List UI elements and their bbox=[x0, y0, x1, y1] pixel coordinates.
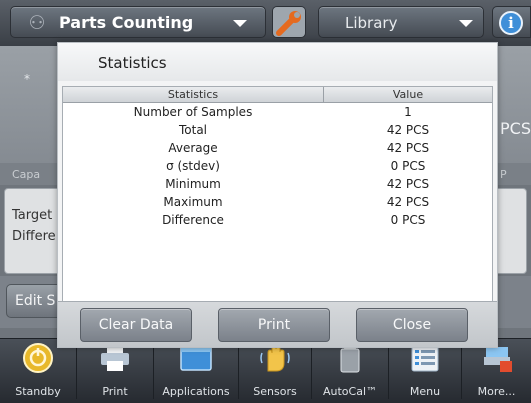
stat-name: Maximum bbox=[163, 195, 223, 209]
stat-name: Average bbox=[168, 141, 218, 155]
table-header: Statistics Value bbox=[63, 87, 492, 103]
stat-value: 0 PCS bbox=[390, 213, 426, 227]
toolbar-print[interactable]: Print bbox=[77, 339, 153, 403]
application-mode-select[interactable]: ⚇ Parts Counting bbox=[10, 6, 266, 38]
top-bar: ⚇ Parts Counting Library i bbox=[0, 0, 531, 46]
parts-counting-icon: ⚇ bbox=[28, 12, 46, 34]
right-caption: P bbox=[500, 168, 507, 181]
standby-icon bbox=[23, 343, 53, 373]
close-button[interactable]: Close bbox=[356, 308, 468, 342]
print-button[interactable]: Print bbox=[218, 308, 330, 342]
table-row: Maximum 42 PCS bbox=[63, 195, 492, 210]
wrench-settings-button[interactable] bbox=[272, 6, 306, 38]
stat-value: 42 PCS bbox=[386, 141, 430, 155]
stat-value: 42 PCS bbox=[386, 177, 430, 191]
table-row: σ (stdev) 0 PCS bbox=[63, 159, 492, 174]
table-row: Difference 0 PCS bbox=[63, 213, 492, 228]
toolbar-label: AutoCal™ bbox=[322, 385, 378, 398]
toolbar-label: Standby bbox=[15, 385, 61, 398]
table-row: Number of Samples 1 bbox=[63, 105, 492, 120]
stability-indicator: * bbox=[24, 72, 30, 86]
capacity-caption: Capa bbox=[12, 168, 41, 181]
dialog-footer: Clear Data Print Close bbox=[58, 301, 497, 347]
stat-name: Minimum bbox=[165, 177, 221, 191]
column-header-value: Value bbox=[392, 88, 424, 101]
toolbar-applications[interactable]: Applications bbox=[154, 339, 238, 403]
clear-data-button[interactable]: Clear Data bbox=[80, 308, 192, 342]
table-row: Average 42 PCS bbox=[63, 141, 492, 156]
stat-name: σ (stdev) bbox=[166, 159, 220, 173]
toolbar-label: Print bbox=[102, 385, 128, 398]
toolbar-label: Applications bbox=[162, 385, 230, 398]
chevron-down-icon bbox=[233, 20, 247, 27]
info-icon: i bbox=[499, 11, 523, 35]
toolbar-label: More... bbox=[477, 385, 516, 398]
chevron-down-icon bbox=[459, 20, 473, 27]
toolbar-standby[interactable]: Standby bbox=[0, 339, 76, 403]
info-button[interactable]: i bbox=[492, 6, 531, 38]
application-mode-label: Parts Counting bbox=[59, 13, 194, 32]
statistics-dialog: Statistics Statistics Value Number of Sa… bbox=[57, 42, 498, 348]
edit-settings-label: Edit S bbox=[15, 293, 56, 309]
table-row: Total 42 PCS bbox=[63, 123, 492, 138]
unit-label: PCS bbox=[500, 119, 531, 138]
stat-value: 1 bbox=[404, 105, 412, 119]
library-label: Library bbox=[345, 14, 398, 32]
difference-label: Differe bbox=[12, 229, 56, 244]
toolbar-label: Menu bbox=[409, 385, 441, 398]
dialog-header: Statistics bbox=[58, 43, 497, 81]
statistics-table: Statistics Value Number of Samples 1 Tot… bbox=[62, 86, 493, 305]
library-select[interactable]: Library bbox=[318, 6, 484, 38]
stat-name: Total bbox=[178, 123, 208, 137]
stat-value: 0 PCS bbox=[390, 159, 426, 173]
toolbar-sensors[interactable]: Sensors bbox=[239, 339, 311, 403]
stat-value: 42 PCS bbox=[386, 195, 430, 209]
table-row: Minimum 42 PCS bbox=[63, 177, 492, 192]
toolbar-autocal[interactable]: AutoCal™ bbox=[312, 339, 388, 403]
stat-name: Number of Samples bbox=[133, 105, 253, 119]
dialog-title: Statistics bbox=[98, 54, 167, 72]
toolbar-label: Sensors bbox=[253, 385, 297, 398]
wrench-icon bbox=[273, 7, 305, 37]
toolbar-menu[interactable]: Menu bbox=[389, 339, 461, 403]
toolbar-more[interactable]: More... bbox=[462, 339, 531, 403]
column-header-statistics: Statistics bbox=[167, 88, 219, 101]
stat-name: Difference bbox=[162, 213, 224, 227]
target-label: Target bbox=[12, 208, 53, 223]
stat-value: 42 PCS bbox=[386, 123, 430, 137]
